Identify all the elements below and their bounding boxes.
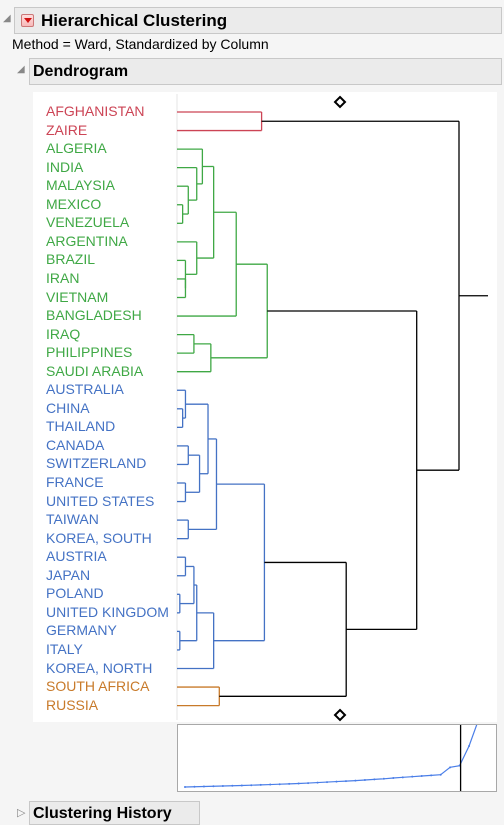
- clustering-history-title: Clustering History: [33, 805, 172, 822]
- scree-point: [326, 781, 329, 784]
- scree-point: [231, 784, 234, 787]
- expand-history-icon[interactable]: ▷: [17, 806, 25, 819]
- scree-point: [344, 780, 347, 783]
- distance-slider-top-diamond-icon[interactable]: [333, 95, 347, 109]
- scree-point: [278, 783, 281, 786]
- clustering-history-header[interactable]: Clustering History: [29, 801, 200, 825]
- scree-point: [401, 776, 404, 779]
- scree-point: [439, 773, 442, 776]
- scree-line: [184, 704, 489, 788]
- scree-point: [335, 780, 338, 783]
- scree-point: [449, 766, 452, 769]
- scree-point: [212, 785, 215, 788]
- scree-plot-svg: [184, 704, 489, 791]
- scree-point: [240, 784, 243, 787]
- scree-point: [288, 782, 291, 785]
- scree-point: [316, 781, 319, 784]
- scree-point: [259, 783, 262, 786]
- dendrogram-tree: [177, 95, 488, 722]
- scree-point: [430, 774, 433, 777]
- scree-point: [193, 785, 196, 788]
- scree-point: [307, 782, 310, 785]
- scree-point: [184, 786, 186, 788]
- scree-point: [363, 779, 366, 782]
- distance-slider-bottom-diamond-icon[interactable]: [333, 708, 347, 722]
- scree-point: [269, 783, 272, 786]
- scree-point: [420, 775, 423, 778]
- scree-point: [468, 745, 471, 747]
- scree-point: [297, 782, 300, 785]
- scree-point: [392, 776, 395, 779]
- scree-point: [221, 785, 224, 788]
- scree-point: [382, 777, 385, 780]
- scree-point: [202, 785, 205, 788]
- scree-plot: [177, 704, 497, 792]
- scree-point: [373, 778, 376, 781]
- scree-point: [354, 779, 357, 782]
- scree-point: [411, 775, 414, 778]
- scree-point: [250, 784, 253, 787]
